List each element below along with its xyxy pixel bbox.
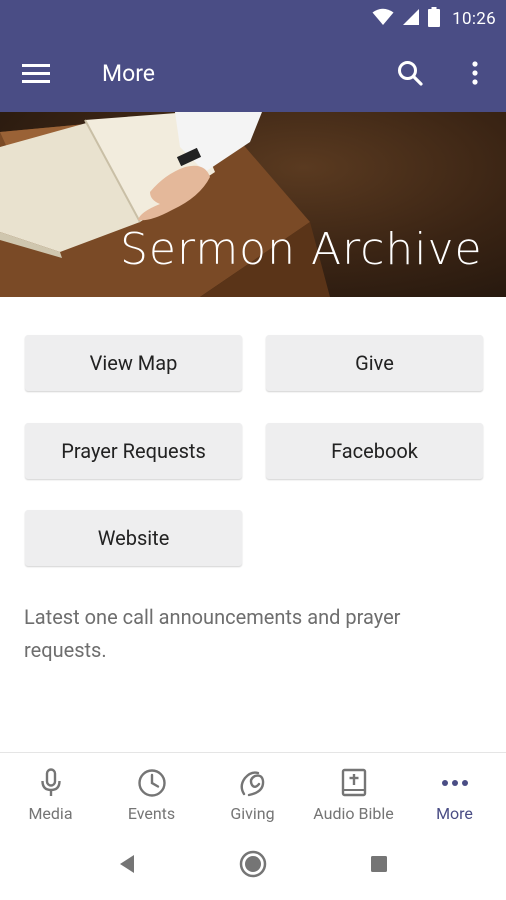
menu-button[interactable] [16,55,56,95]
home-icon [239,850,267,882]
back-icon [118,854,136,878]
description-text: Latest one call announcements and prayer… [24,605,401,662]
search-icon [397,60,423,90]
give-button[interactable]: Give [266,335,483,391]
facebook-button[interactable]: Facebook [266,423,483,479]
status-bar: 10:26 [0,0,506,38]
nav-item-media[interactable]: Media [0,753,101,831]
nav-label-media: Media [28,804,73,823]
wifi-icon [372,8,394,30]
recents-icon [370,855,388,877]
recents-button[interactable] [359,850,399,882]
more-vert-icon [472,61,478,89]
home-button[interactable] [233,850,273,882]
signal-icon [402,8,420,30]
banner-title: Sermon Archive [120,224,483,275]
nav-label-audio-bible: Audio Bible [313,804,394,823]
prayer-requests-button[interactable]: Prayer Requests [25,423,242,479]
nav-item-giving[interactable]: Giving [202,753,303,831]
nav-item-more[interactable]: More [404,753,505,831]
overflow-menu-button[interactable] [455,55,495,95]
more-horiz-icon [441,767,469,799]
nav-item-events[interactable]: Events [101,753,202,831]
giving-icon [238,767,268,799]
status-icons: 10:26 [372,7,496,31]
nav-label-more: More [436,804,473,823]
clock-icon [137,767,167,799]
sermon-archive-banner[interactable]: Sermon Archive [0,112,506,297]
search-button[interactable] [390,55,430,95]
menu-icon [22,63,50,87]
status-time: 10:26 [452,9,496,29]
bottom-navigation: Media Events Giving Audio Bible More [0,752,506,831]
system-navigation-bar [0,830,506,900]
battery-icon [428,7,441,31]
nav-item-audio-bible[interactable]: Audio Bible [303,753,404,831]
bible-icon [341,767,367,799]
website-button[interactable]: Website [25,510,242,566]
nav-label-giving: Giving [230,804,275,823]
page-title: More [102,60,155,87]
view-map-button[interactable]: View Map [25,335,242,391]
microphone-icon [40,767,62,799]
app-bar: More [0,38,506,112]
back-button[interactable] [107,850,147,882]
nav-label-events: Events [127,804,176,823]
